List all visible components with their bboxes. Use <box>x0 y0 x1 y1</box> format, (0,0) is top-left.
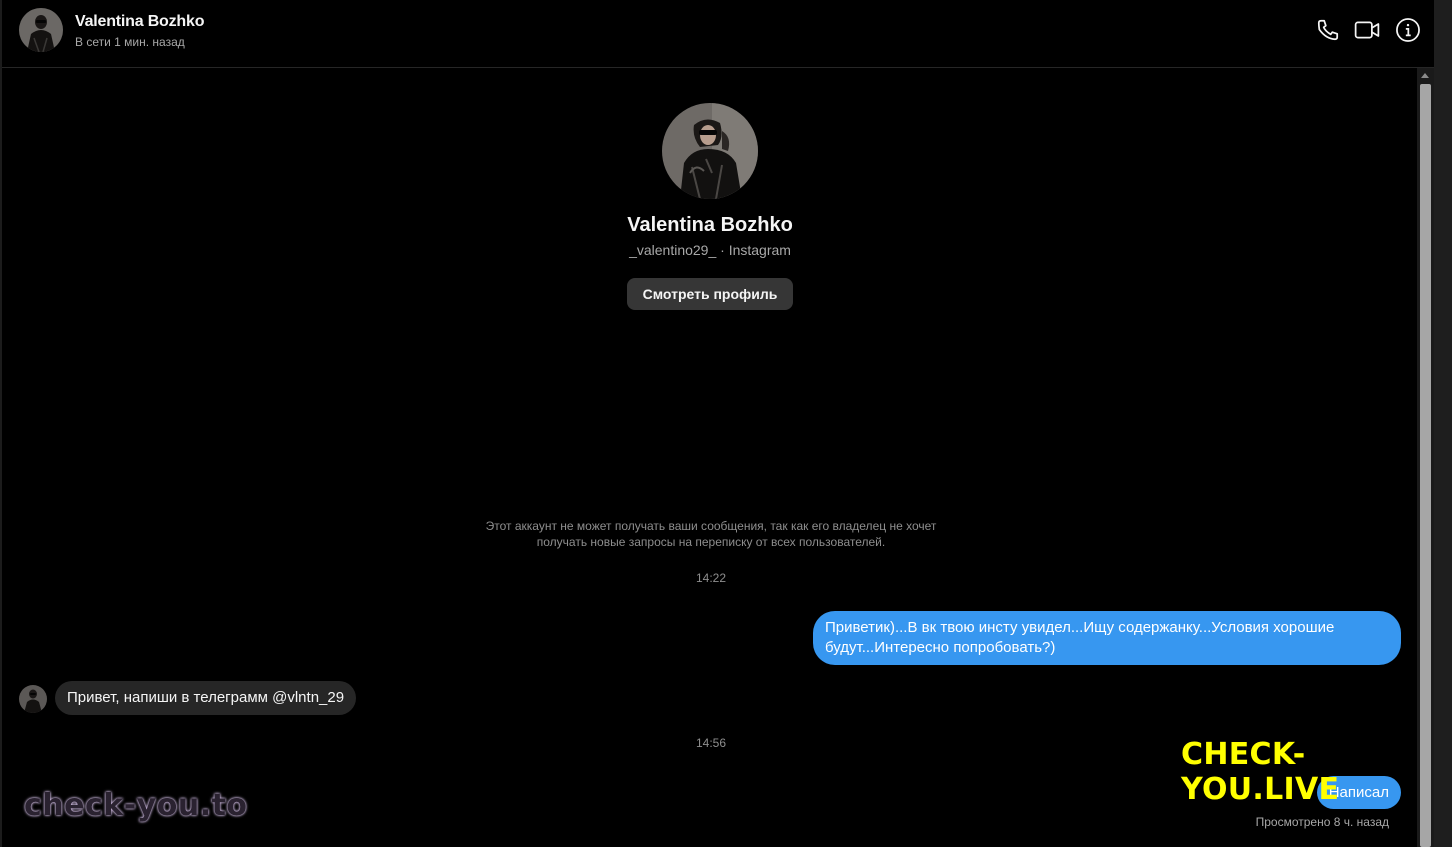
profile-card: Valentina Bozhko _valentino29_ · Instagr… <box>560 103 860 310</box>
online-status: В сети 1 мин. назад <box>75 35 185 49</box>
view-profile-button[interactable]: Смотреть профиль <box>626 278 794 310</box>
seen-status: Просмотрено 8 ч. назад <box>1255 815 1389 829</box>
scrollbar-thumb[interactable] <box>1420 84 1431 847</box>
profile-name: Valentina Bozhko <box>627 214 793 236</box>
window-edge <box>1434 0 1452 847</box>
avatar[interactable] <box>19 685 47 713</box>
chat-header: Valentina Bozhko В сети 1 мин. назад <box>2 0 1436 68</box>
window-edge <box>0 0 2 847</box>
phone-icon[interactable] <box>1315 17 1341 43</box>
message-timestamp: 14:56 <box>695 736 727 750</box>
outgoing-message[interactable]: Приветик)...В вк твою инсту увидел...Ищу… <box>813 611 1401 665</box>
incoming-message[interactable]: Привет, напиши в телеграмм @vlntn_29 <box>55 681 357 715</box>
watermark-bottom: check-you.to <box>24 788 248 823</box>
profile-username: _valentino29_ · Instagram <box>629 242 791 258</box>
scroll-up-icon[interactable] <box>1421 73 1429 78</box>
info-icon[interactable] <box>1395 17 1421 43</box>
video-icon[interactable] <box>1354 17 1380 43</box>
watermark-top: CHECK-YOU.LIVE <box>1181 737 1340 807</box>
scrollbar[interactable] <box>1417 68 1434 847</box>
restriction-notice: Этот аккаунт не может получать ваши сооб… <box>485 519 937 549</box>
message-timestamp: 14:22 <box>695 571 727 585</box>
chat-window: Valentina Bozhko В сети 1 мин. назад Val… <box>0 0 1452 847</box>
avatar[interactable] <box>19 8 63 52</box>
contact-name[interactable]: Valentina Bozhko <box>75 13 204 31</box>
profile-avatar[interactable] <box>662 103 758 199</box>
